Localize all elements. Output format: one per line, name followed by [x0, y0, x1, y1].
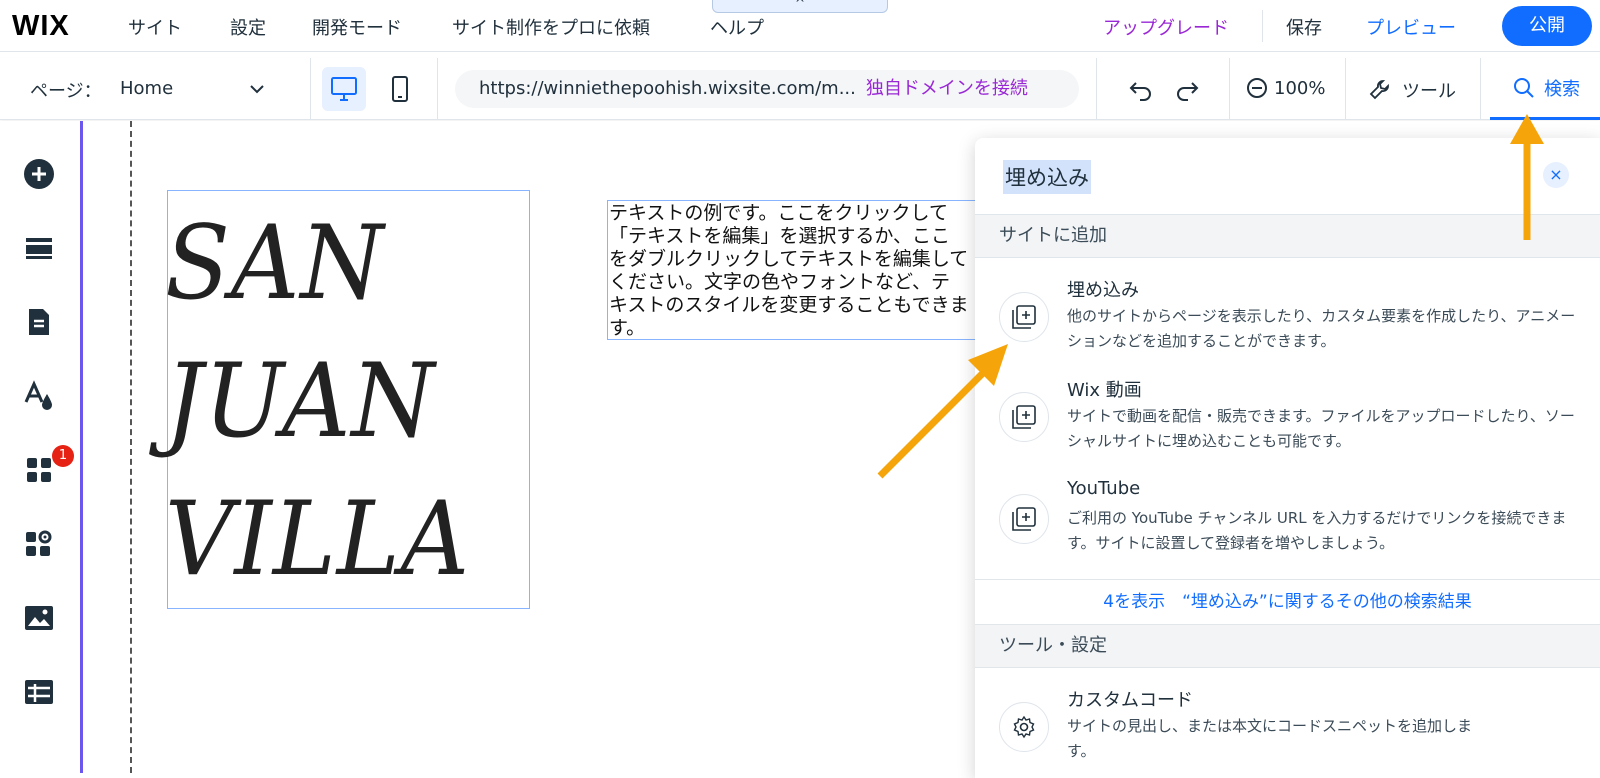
chevron-up-icon: ^: [794, 0, 806, 10]
menu-site[interactable]: サイト: [128, 14, 182, 40]
search-input[interactable]: 埋め込み: [1003, 160, 1091, 194]
search-label: 検索: [1544, 78, 1580, 100]
result-title: Wix 動画: [1067, 380, 1142, 401]
result-desc: ご利用の YouTube チャンネル URL を入力するだけでリンクを接続できま…: [1067, 509, 1567, 552]
table-icon: [25, 680, 53, 704]
theme-button[interactable]: [22, 379, 56, 413]
paragraph-text[interactable]: テキストの例です。ここをクリックして「テキストを編集」を選択するか、ここをダブル…: [609, 202, 969, 340]
result-desc: サイトで動画を配信・販売できます。ファイルをアップロードしたり、ソーシャルサイト…: [1067, 407, 1575, 450]
title-line: SAN: [165, 204, 385, 323]
image-icon: [25, 606, 53, 630]
divider: [1262, 10, 1263, 42]
connect-domain-link[interactable]: 独自ドメインを接続: [866, 78, 1028, 99]
result-title: YouTube: [1067, 478, 1141, 499]
notification-badge: 1: [52, 445, 74, 467]
site-title[interactable]: SAN JUAN VILLA: [165, 195, 470, 609]
mobile-view-button[interactable]: [378, 67, 422, 111]
wix-logo[interactable]: WIX: [12, 10, 70, 43]
tools-button[interactable]: ツール: [1368, 77, 1456, 103]
result-title: カスタムコード: [1067, 690, 1193, 711]
close-icon[interactable]: ×: [1543, 162, 1569, 188]
menu-hire-pro[interactable]: サイト制作をプロに依頼: [452, 14, 650, 40]
undo-icon[interactable]: [1128, 77, 1154, 103]
search-result-embed[interactable]: 埋め込み 他のサイトからページを表示したり、カスタム要素を作成したり、アニメーシ…: [975, 266, 1600, 366]
divider: [310, 58, 311, 120]
publish-button[interactable]: 公開: [1502, 6, 1592, 46]
menu-dev-mode[interactable]: 開発モード: [312, 14, 402, 40]
zoom-control[interactable]: 100%: [1246, 77, 1325, 99]
editor-toolbar: ページ： Home https://winniethepoohish.wixsi…: [0, 58, 1600, 120]
redo-icon[interactable]: [1174, 77, 1200, 103]
page-label: ページ：: [30, 81, 102, 102]
upgrade-link[interactable]: アップグレード: [1103, 14, 1229, 40]
divider: [1229, 58, 1230, 120]
add-embed-icon[interactable]: [999, 292, 1049, 342]
add-icon: [24, 159, 54, 189]
sections-icon: [26, 238, 52, 259]
zoom-level: 100%: [1274, 77, 1326, 99]
divider: [437, 58, 438, 120]
apps-icon: [27, 458, 51, 482]
business-apps-button[interactable]: [22, 527, 56, 561]
section-tools-settings: ツール・設定: [975, 624, 1600, 668]
wrench-icon: [1369, 80, 1389, 100]
search-panel: 埋め込み × サイトに追加 埋め込み 他のサイトからページを表示したり、カスタム…: [975, 138, 1600, 778]
collapse-topbar-tab[interactable]: ^: [712, 0, 888, 13]
page-selector[interactable]: Home: [120, 78, 173, 99]
media-button[interactable]: [22, 601, 56, 635]
top-bar: WIX サイト 設定 開発モード サイト制作をプロに依頼 ヘルプ ^ アップグレ…: [0, 0, 1600, 52]
menu-settings[interactable]: 設定: [230, 14, 266, 40]
apps-button[interactable]: [22, 453, 56, 487]
title-line: VILLA: [165, 480, 471, 599]
business-icon: [26, 530, 52, 556]
divider: [1096, 58, 1097, 120]
add-youtube-icon[interactable]: [999, 494, 1049, 544]
search-button[interactable]: 検索: [1490, 58, 1600, 120]
preview-button[interactable]: プレビュー: [1366, 14, 1456, 40]
divider: [1480, 58, 1481, 120]
pages-button[interactable]: [22, 305, 56, 339]
search-result-youtube[interactable]: YouTube ご利用の YouTube チャンネル URL を入力するだけでリ…: [975, 468, 1600, 568]
mobile-icon: [392, 76, 408, 102]
sections-button[interactable]: [22, 231, 56, 265]
gridline: [130, 121, 132, 773]
save-button[interactable]: 保存: [1286, 14, 1322, 40]
desktop-view-button[interactable]: [322, 67, 366, 111]
tools-label: ツール: [1402, 81, 1456, 102]
gear-icon[interactable]: [999, 702, 1049, 752]
zoom-out-icon[interactable]: [1246, 77, 1268, 99]
site-url[interactable]: https://winniethepoohish.wixsite.com/m..…: [479, 78, 856, 99]
menu-help[interactable]: ヘルプ: [710, 14, 764, 40]
rail-edge: [80, 121, 83, 773]
search-result-custom-code[interactable]: カスタムコード サイトの見出し、または本文にコードスニペットを追加します。: [975, 676, 1600, 776]
divider: [1345, 58, 1346, 120]
chevron-down-icon[interactable]: [248, 80, 266, 98]
cms-button[interactable]: [22, 675, 56, 709]
search-icon: [1514, 77, 1534, 98]
result-title: 埋め込み: [1067, 280, 1139, 301]
pages-icon: [29, 309, 49, 335]
title-line: JUAN: [165, 342, 436, 461]
add-video-icon[interactable]: [999, 392, 1049, 442]
site-url-bar[interactable]: https://winniethepoohish.wixsite.com/m..…: [455, 70, 1079, 108]
show-more-results-link[interactable]: 4を表示 “埋め込み”に関するその他の検索結果: [975, 579, 1600, 623]
search-result-wix-video[interactable]: Wix 動画 サイトで動画を配信・販売できます。ファイルをアップロードしたり、ソ…: [975, 366, 1600, 466]
section-add-to-site: サイトに追加: [975, 214, 1600, 258]
desktop-icon: [331, 77, 357, 101]
result-desc: サイトの見出し、または本文にコードスニペットを追加します。: [1067, 717, 1473, 760]
theme-icon: [24, 380, 52, 410]
add-elements-button[interactable]: [22, 157, 56, 191]
result-desc: 他のサイトからページを表示したり、カスタム要素を作成したり、アニメーションなどを…: [1067, 307, 1576, 350]
